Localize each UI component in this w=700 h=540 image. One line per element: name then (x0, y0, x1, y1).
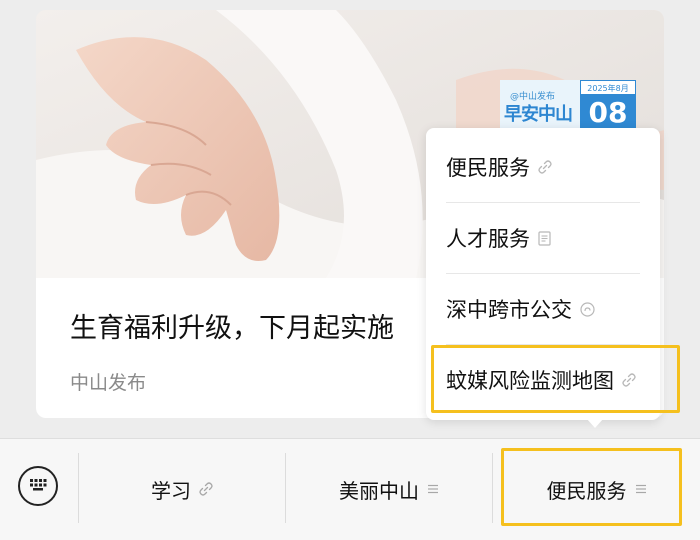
bottom-menu-bar: 学习 美丽中山 便民服务 (0, 438, 700, 540)
menu-item-label: 便民服务 (446, 156, 530, 180)
badge-month: 2025年8月 (580, 80, 636, 95)
menu-item-label: 蚊媒风险监测地图 (446, 369, 614, 393)
menu-item-convenience-services[interactable]: 便民服务 (426, 132, 660, 202)
mini-program-icon (580, 301, 595, 317)
article-source: 中山发布 (70, 372, 147, 394)
menu-item-cross-city-bus[interactable]: 深中跨市公交 (426, 274, 660, 344)
morning-badge: @中山发布 早安中山 2025年8月 08 (500, 80, 636, 134)
keyboard-icon (28, 477, 48, 496)
tab-study[interactable]: 学习 (79, 439, 285, 539)
menu-item-label: 人才服务 (446, 227, 530, 251)
menu-item-label: 深中跨市公交 (446, 298, 572, 322)
link-icon (622, 373, 636, 387)
menu-item-mosquito-risk-map[interactable]: 蚊媒风险监测地图 (426, 345, 660, 415)
popup-pointer (586, 418, 604, 428)
badge-day: 08 (588, 96, 628, 129)
tab-label: 美丽中山 (339, 478, 419, 503)
service-popup-menu: 便民服务 人才服务 深中跨市公交 蚊媒风险监测地图 (426, 128, 660, 420)
document-icon (538, 230, 551, 246)
link-icon (199, 482, 213, 496)
tab-beautiful-zhongshan[interactable]: 美丽中山 (286, 439, 492, 539)
link-icon (538, 160, 552, 174)
tab-label: 便民服务 (546, 478, 627, 503)
tab-label: 学习 (151, 478, 191, 503)
menu-item-talent-services[interactable]: 人才服务 (426, 203, 660, 273)
tab-convenience-services[interactable]: 便民服务 (493, 439, 700, 539)
badge-slogan: 早安中山 (504, 104, 573, 125)
article-title[interactable]: 生育福利升级，下月起实施 (70, 306, 394, 345)
menu-icon (635, 484, 647, 494)
menu-icon (427, 484, 439, 494)
keyboard-toggle-button[interactable] (18, 466, 58, 506)
